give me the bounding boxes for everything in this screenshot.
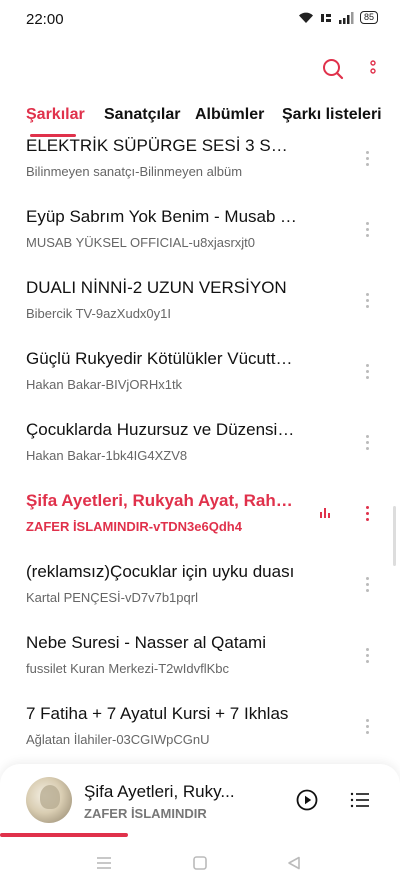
song-more-icon[interactable] (366, 151, 370, 166)
volte-icon (320, 13, 331, 22)
mini-player[interactable]: Şifa Ayetleri, Ruky... ZAFER İSLAMINDIR (0, 764, 400, 840)
song-title: Güçlü Rukyedir Kötülükler Vücuttan Çıkar (26, 349, 298, 368)
back-icon[interactable] (287, 856, 301, 870)
song-more-icon[interactable] (366, 506, 370, 521)
song-subtitle: Bibercik TV-9azXudx0y1I (26, 306, 171, 321)
song-row-playing[interactable]: Şifa Ayetleri, Rukyah Ayat, Rahatlatıcı … (0, 489, 400, 560)
song-subtitle: Hakan Bakar-BIVjORHx1tk (26, 377, 183, 392)
tab-sarkilar[interactable]: Şarkılar (26, 106, 85, 124)
song-list[interactable]: ELEKTRİK SÜPÜRGE SESİ 3 SAAT BEBEK UYUTA… (0, 134, 400, 764)
more-vertical-icon[interactable] (370, 59, 376, 79)
song-title: Çocuklarda Huzursuz ve Düzensiz Uyku (26, 420, 298, 439)
song-subtitle: Ağlatan İlahiler-03CGIWpCGnU (26, 732, 210, 747)
status-time: 22:00 (26, 11, 64, 28)
song-title: 7 Fatiha + 7 Ayatul Kursi + 7 Ikhlas (26, 704, 289, 723)
song-row[interactable]: DUALI NİNNİ-2 UZUN VERSİYON Bibercik TV-… (0, 276, 400, 347)
list-scrollbar[interactable] (393, 506, 396, 566)
song-subtitle: MUSAB YÜKSEL OFFICIAL-u8xjasrxjt0 (26, 235, 256, 250)
album-art[interactable] (26, 777, 72, 823)
system-nav-bar (0, 840, 400, 888)
tab-bar: Şarkılar Sanatçılar Albümler Şarkı liste… (0, 106, 400, 137)
song-title: DUALI NİNNİ-2 UZUN VERSİYON (26, 278, 287, 297)
song-more-icon[interactable] (366, 364, 370, 379)
status-icons: 85 (298, 11, 378, 24)
battery-indicator: 85 (359, 11, 378, 24)
song-subtitle: fussilet Kuran Merkezi-T2wIdvflKbc (26, 661, 230, 676)
song-title: Nebe Suresi - Nasser al Qatami (26, 633, 266, 652)
menu-icon[interactable] (96, 856, 112, 870)
now-playing-title: Şifa Ayetleri, Ruky... (84, 782, 235, 801)
song-row[interactable]: Çocuklarda Huzursuz ve Düzensiz Uyku Hak… (0, 418, 400, 489)
tab-sanatcilar[interactable]: Sanatçılar (104, 106, 180, 124)
wifi-icon (298, 12, 313, 23)
song-subtitle: ZAFER İSLAMINDIR-vTDN3e6Qdh4 (26, 519, 242, 534)
song-more-icon[interactable] (366, 293, 370, 308)
song-row[interactable]: Nebe Suresi - Nasser al Qatami fussilet … (0, 631, 400, 702)
play-icon[interactable] (296, 789, 318, 811)
tab-albumler[interactable]: Albümler (195, 106, 264, 124)
song-title: (reklamsız)Çocuklar için uyku duası (26, 562, 295, 581)
song-row[interactable]: Güçlü Rukyedir Kötülükler Vücuttan Çıkar… (0, 347, 400, 418)
song-title: ELEKTRİK SÜPÜRGE SESİ 3 SAAT BEBEK UYUTA… (26, 136, 298, 155)
song-title: Şifa Ayetleri, Rukyah Ayat, Rahatlatıcı (26, 491, 298, 510)
playback-progress-bar[interactable] (0, 833, 128, 837)
song-row[interactable]: ELEKTRİK SÜPÜRGE SESİ 3 SAAT BEBEK UYUTA… (0, 134, 400, 205)
song-more-icon[interactable] (366, 719, 370, 734)
song-row[interactable]: Eyüp Sabrım Yok Benim - Musab Yüksel MUS… (0, 205, 400, 276)
song-row[interactable]: (reklamsız)Çocuklar için uyku duası Kart… (0, 560, 400, 631)
signal-icon (338, 11, 354, 24)
song-subtitle: Hakan Bakar-1bk4IG4XZV8 (26, 448, 188, 463)
song-subtitle: Bilinmeyen sanatçı-Bilinmeyen albüm (26, 164, 243, 179)
now-playing-artist: ZAFER İSLAMINDIR (84, 806, 207, 821)
song-title: Eyüp Sabrım Yok Benim - Musab Yüksel (26, 207, 298, 226)
search-icon[interactable] (322, 58, 344, 80)
status-bar: 22:00 85 (0, 0, 400, 38)
top-actions (322, 58, 376, 80)
tab-sarki-listeleri[interactable]: Şarkı listeleri (282, 106, 382, 124)
song-subtitle: Kartal PENÇESİ-vD7v7b1pqrl (26, 590, 198, 605)
playlist-icon[interactable] (350, 791, 370, 809)
song-row[interactable]: 7 Fatiha + 7 Ayatul Kursi + 7 Ikhlas Ağl… (0, 702, 400, 764)
song-more-icon[interactable] (366, 648, 370, 663)
song-more-icon[interactable] (366, 577, 370, 592)
home-icon[interactable] (193, 856, 207, 870)
song-more-icon[interactable] (366, 222, 370, 237)
equalizer-icon (320, 508, 330, 518)
song-more-icon[interactable] (366, 435, 370, 450)
